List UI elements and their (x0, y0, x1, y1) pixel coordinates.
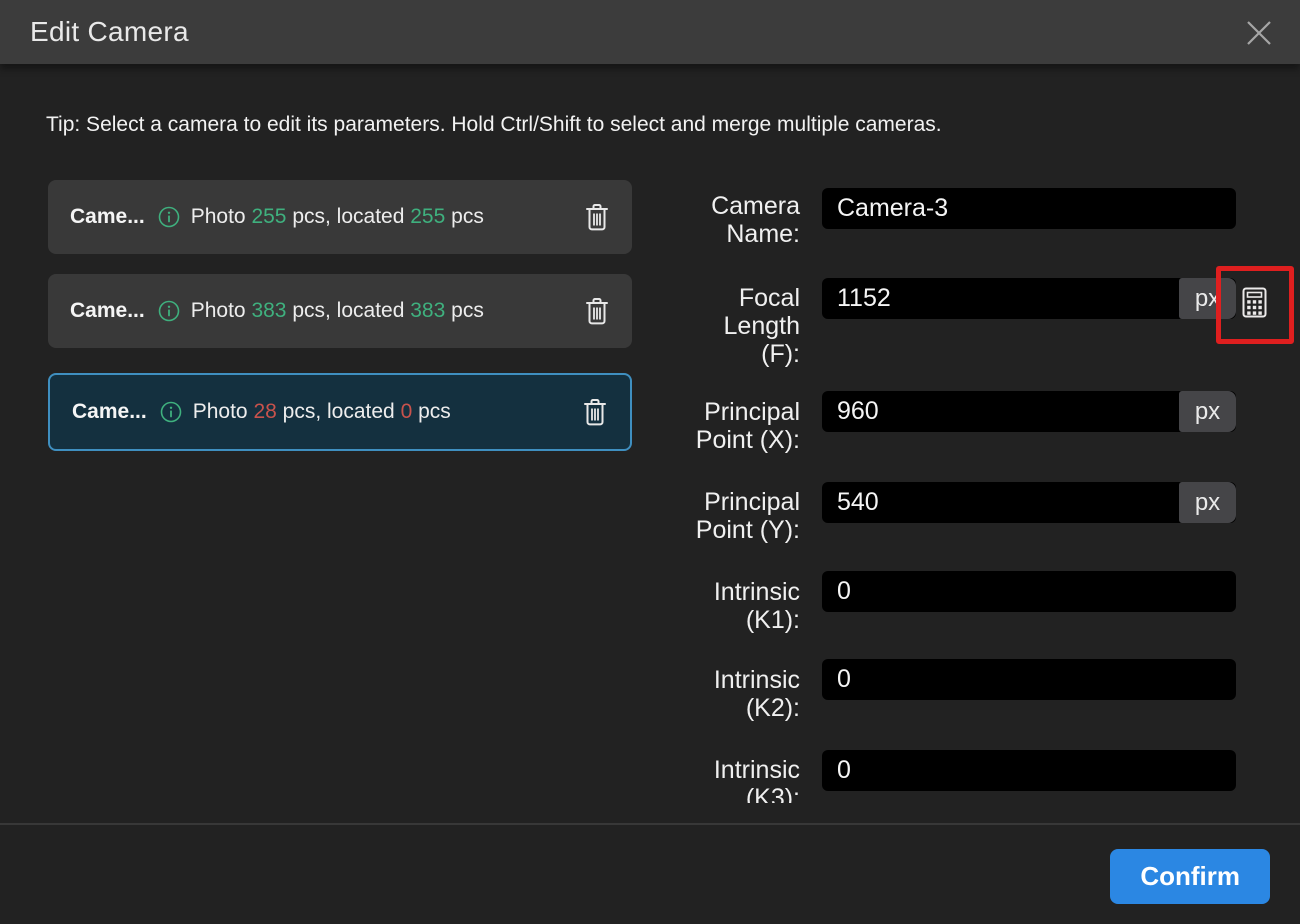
camera-name-label: Came... (70, 205, 145, 229)
intrinsic-k2-field-label: Intrinsic (K2): (620, 666, 800, 722)
intrinsic-k3-field-label: Intrinsic (K3): (620, 756, 800, 803)
tip-text: Tip: Select a camera to edit its paramet… (46, 113, 942, 137)
delete-camera-button[interactable] (584, 296, 610, 326)
intrinsic-k1-field-label: Intrinsic (K1): (620, 578, 800, 634)
trash-icon (584, 296, 610, 326)
unit-px-badge: px (1179, 482, 1236, 523)
info-circle-icon (160, 401, 182, 423)
located-count: 383 (410, 299, 445, 322)
label-line: Point (Y): (620, 516, 800, 544)
located-count: 0 (401, 400, 413, 423)
label-line: Intrinsic (620, 578, 800, 606)
photo-word: Photo (193, 400, 248, 423)
mid-word: pcs, located (283, 400, 395, 423)
label-line: Length (620, 312, 800, 340)
delete-camera-button[interactable] (584, 202, 610, 232)
principal-point-x-input[interactable] (822, 391, 1236, 432)
calculator-button[interactable] (1240, 285, 1268, 319)
dialog-title: Edit Camera (30, 0, 189, 64)
unit-px-badge: px (1179, 278, 1236, 319)
label-line: Principal (620, 398, 800, 426)
photo-count: 28 (253, 400, 276, 423)
footer-divider (0, 823, 1300, 825)
label-line: Intrinsic (620, 666, 800, 694)
focal-length-field-label: Focal Length (F): (620, 284, 800, 368)
label-line: (K3): (620, 784, 800, 803)
label-line: Camera (620, 192, 800, 220)
principal-point-x-field-label: Principal Point (X): (620, 398, 800, 454)
camera-list-item[interactable]: Came... Photo 383 pcs, located 383 pcs (48, 274, 632, 348)
camera-stats: Photo 28 pcs, located 0 pcs (193, 400, 451, 424)
calculator-icon (1242, 287, 1267, 318)
camera-list-item-selected[interactable]: Came... Photo 28 pcs, located 0 pcs (48, 373, 632, 451)
intrinsic-k1-input[interactable] (822, 571, 1236, 612)
label-line: (F): (620, 340, 800, 368)
photo-word: Photo (191, 299, 246, 322)
label-line: Point (X): (620, 426, 800, 454)
photo-count: 383 (251, 299, 286, 322)
camera-name-input[interactable] (822, 188, 1236, 229)
principal-point-y-input[interactable] (822, 482, 1236, 523)
intrinsic-k2-input[interactable] (822, 659, 1236, 700)
principal-point-y-field-label: Principal Point (Y): (620, 488, 800, 544)
camera-name-label: Came... (72, 400, 147, 424)
pcs-word: pcs (451, 205, 484, 228)
camera-name-label: Came... (70, 299, 145, 323)
unit-px-badge: px (1179, 391, 1236, 432)
camera-stats: Photo 383 pcs, located 383 pcs (191, 299, 484, 323)
photo-word: Photo (191, 205, 246, 228)
edit-camera-dialog: Edit Camera Tip: Select a camera to edit… (0, 0, 1300, 924)
label-line: Principal (620, 488, 800, 516)
label-line: Name: (620, 220, 800, 248)
camera-list-item[interactable]: Came... Photo 255 pcs, located 255 pcs (48, 180, 632, 254)
pcs-word: pcs (451, 299, 484, 322)
dialog-content: Tip: Select a camera to edit its paramet… (0, 64, 1300, 803)
info-circle-icon (158, 300, 180, 322)
info-circle-icon (158, 206, 180, 228)
mid-word: pcs, located (292, 299, 404, 322)
camera-name-field-label: Camera Name: (620, 192, 800, 248)
confirm-button[interactable]: Confirm (1110, 849, 1270, 904)
dialog-titlebar: Edit Camera (0, 0, 1300, 64)
located-count: 255 (410, 205, 445, 228)
trash-icon (584, 202, 610, 232)
label-line: Intrinsic (620, 756, 800, 784)
close-button[interactable] (1242, 16, 1276, 50)
camera-stats: Photo 255 pcs, located 255 pcs (191, 205, 484, 229)
mid-word: pcs, located (292, 205, 404, 228)
focal-length-input[interactable] (822, 278, 1236, 319)
delete-camera-button[interactable] (582, 397, 608, 427)
label-line: Focal (620, 284, 800, 312)
label-line: (K1): (620, 606, 800, 634)
intrinsic-k3-input[interactable] (822, 750, 1236, 791)
close-icon (1246, 20, 1272, 46)
pcs-word: pcs (418, 400, 451, 423)
label-line: (K2): (620, 694, 800, 722)
photo-count: 255 (251, 205, 286, 228)
trash-icon (582, 397, 608, 427)
